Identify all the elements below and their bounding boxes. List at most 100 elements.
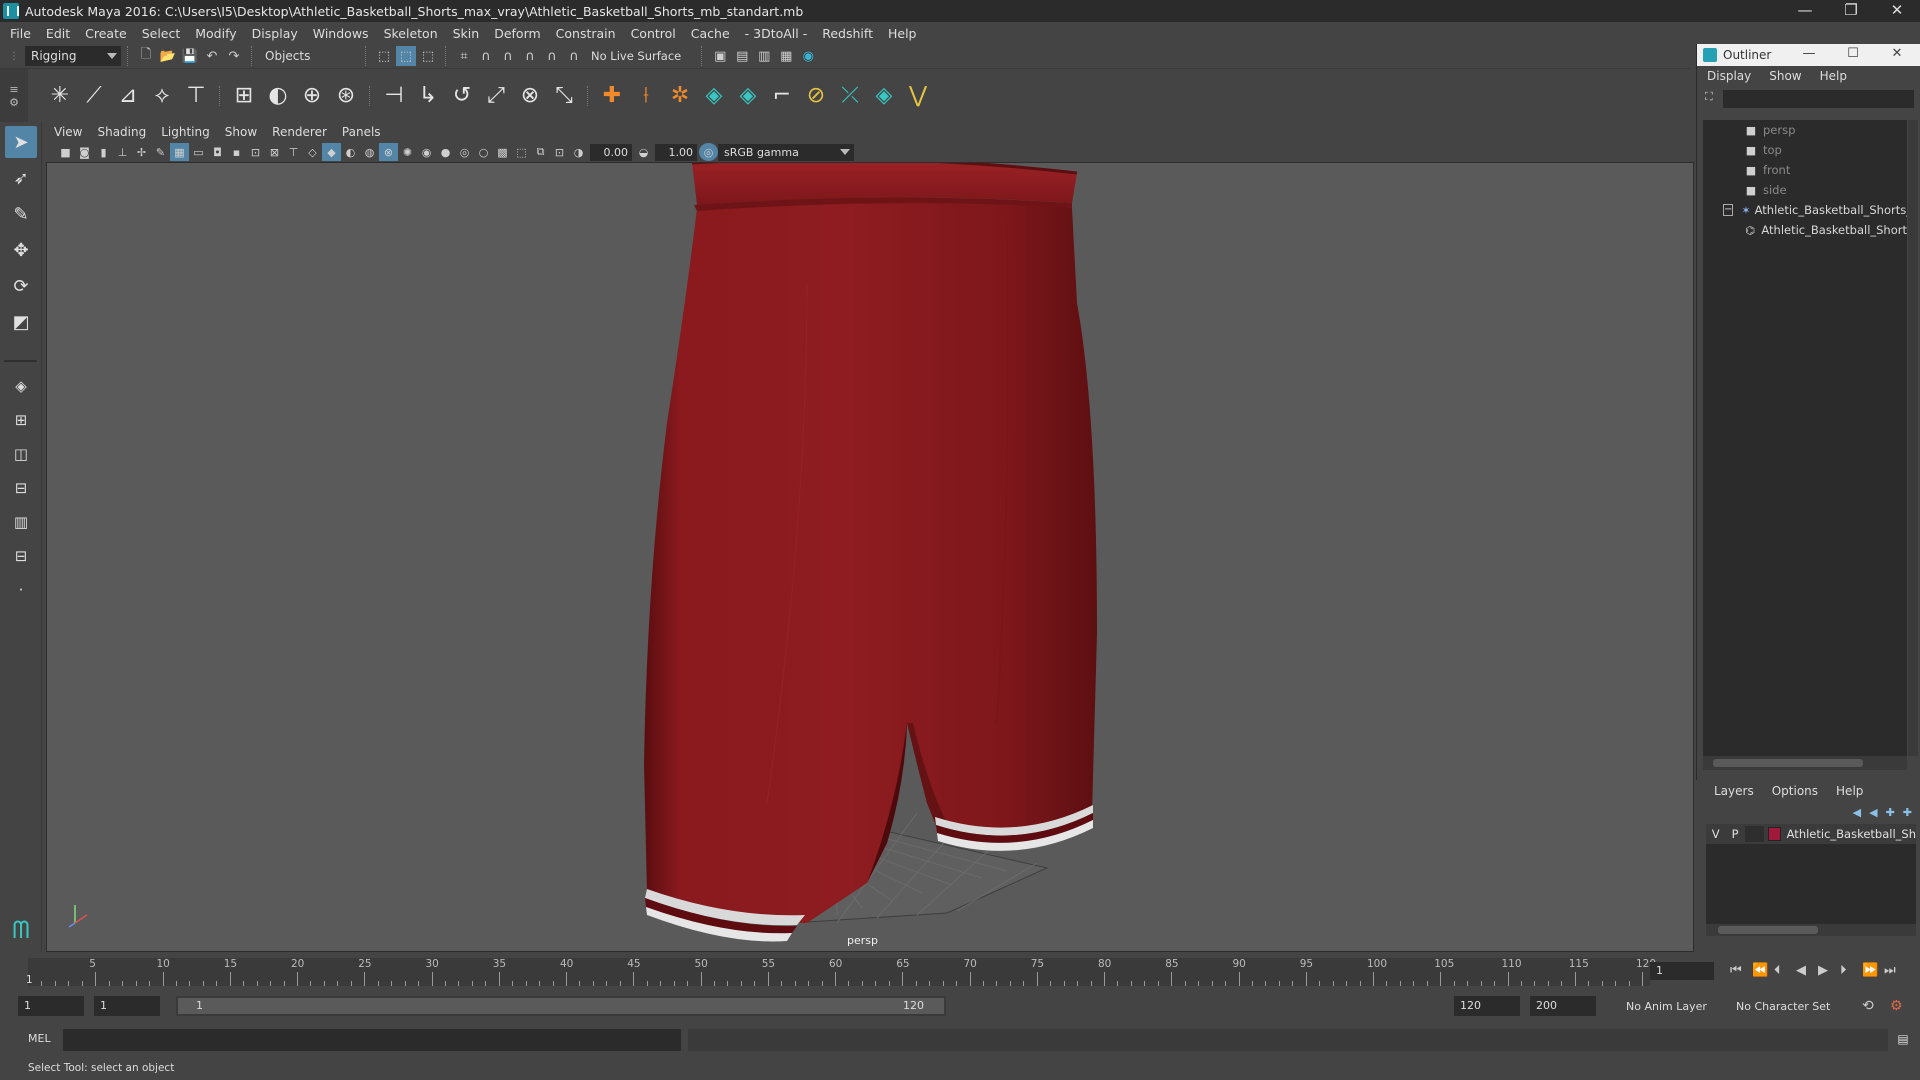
move-layer-up-icon[interactable]: ◀	[1853, 806, 1861, 819]
use-all-lights-icon[interactable]: ⊗	[379, 143, 398, 161]
gamma-icon[interactable]: ◒	[634, 143, 653, 161]
layer-menu-help[interactable]: Help	[1836, 784, 1863, 798]
menu-modify[interactable]: Modify	[195, 26, 236, 41]
outliner-menu-help[interactable]: Help	[1820, 69, 1847, 83]
perspective-viewport[interactable]: persp	[46, 162, 1694, 952]
point-constraint-icon[interactable]: ⊣	[378, 79, 410, 113]
command-language-label[interactable]: MEL	[28, 1032, 51, 1045]
step-forward-frame-icon[interactable]: ⏵	[1840, 963, 1847, 978]
menu-create[interactable]: Create	[85, 26, 127, 41]
menu-redshift[interactable]: Redshift	[822, 26, 873, 41]
menu-deform[interactable]: Deform	[494, 26, 540, 41]
smooth-bind-icon[interactable]: ◐	[262, 79, 294, 113]
script-editor-icon[interactable]: ▤	[1894, 1032, 1912, 1050]
make-live-icon[interactable]: ∩	[564, 46, 584, 66]
rotate-tool-icon[interactable]: ⟳	[5, 270, 37, 302]
hik-character-icon[interactable]: ◈	[698, 79, 730, 113]
close-button[interactable]: ✕	[1874, 0, 1920, 22]
color-management-icon[interactable]: ◎	[699, 143, 718, 161]
scrollbar-thumb[interactable]	[1718, 926, 1818, 934]
character-set-dropdown[interactable]: No Character Set	[1736, 1000, 1830, 1013]
isolate-select-icon[interactable]: ▩	[493, 143, 512, 161]
scale-constraint-icon[interactable]: ⤢	[480, 79, 512, 113]
play-backwards-icon[interactable]: ◀	[1796, 963, 1806, 978]
xray-joints-icon[interactable]: ⧉	[531, 143, 550, 161]
insert-joint-icon[interactable]: ⟡	[146, 79, 178, 113]
two-pane-stacked-layout-icon[interactable]: ⊟	[6, 474, 36, 502]
select-by-object-icon[interactable]: ⬚	[396, 46, 416, 66]
anim-layer-dropdown[interactable]: No Anim Layer	[1626, 1000, 1707, 1013]
snap-view-plane-icon[interactable]: ∩	[520, 46, 540, 66]
menu-control[interactable]: Control	[631, 26, 676, 41]
grid-icon[interactable]: ▦	[170, 143, 189, 161]
outliner-titlebar[interactable]: Outliner — ☐ ✕	[1697, 44, 1920, 66]
cluster-icon[interactable]: ⟊	[630, 79, 662, 113]
outliner-item-front[interactable]: ■ front	[1703, 160, 1907, 180]
animation-preferences-icon[interactable]: ⚙	[1890, 998, 1903, 1014]
xray-icon[interactable]: ⬚	[512, 143, 531, 161]
new-layer-icon[interactable]: ✚	[1886, 806, 1895, 819]
open-scene-icon[interactable]: 📂	[158, 46, 178, 66]
image-plane-icon[interactable]: ⊥	[113, 143, 132, 161]
orient-constraint-icon[interactable]: ↺	[446, 79, 478, 113]
xray-components-icon[interactable]: ⊡	[550, 143, 569, 161]
panel-menu-view[interactable]: View	[54, 125, 82, 139]
shelf-menu-icon[interactable]: ⚙	[9, 96, 19, 109]
parent-constraint-icon[interactable]: ⊗	[514, 79, 546, 113]
layer-display-type-toggle[interactable]	[1744, 826, 1765, 842]
hik-skeleton-icon[interactable]: ◈	[868, 79, 900, 113]
new-scene-icon[interactable]: 🗋	[136, 46, 156, 66]
outliner-search-input[interactable]	[1723, 90, 1914, 108]
menu-display[interactable]: Display	[252, 26, 298, 41]
move-layer-down-icon[interactable]: ◀	[1869, 806, 1877, 819]
collapse-icon[interactable]: −	[1723, 204, 1734, 216]
more-layouts-icon[interactable]: ·	[6, 576, 36, 604]
wireframe-icon[interactable]: ◇	[303, 143, 322, 161]
camera-attributes-icon[interactable]: ◙	[75, 143, 94, 161]
menu-cache[interactable]: Cache	[691, 26, 730, 41]
paint-select-tool-icon[interactable]: ✎	[5, 198, 37, 230]
go-to-start-icon[interactable]: ⏮	[1730, 963, 1742, 978]
range-slider-handle[interactable]	[178, 998, 944, 1014]
field-chart-icon[interactable]: ⊡	[246, 143, 265, 161]
resolution-gate-icon[interactable]: ◘	[208, 143, 227, 161]
pole-vector-icon[interactable]: ⤡	[548, 79, 580, 113]
screen-space-ao-icon[interactable]: ◉	[417, 143, 436, 161]
hypershade-icon[interactable]: ◉	[798, 46, 818, 66]
animation-end-field[interactable]: 200	[1530, 996, 1596, 1016]
blend-shape-icon[interactable]: ⌐	[766, 79, 798, 113]
safe-action-icon[interactable]: ⊠	[265, 143, 284, 161]
ik-handle-icon[interactable]: ⟋	[78, 79, 110, 113]
range-slider-bar[interactable]: 1 120	[176, 996, 946, 1016]
restore-button[interactable]: ❐	[1828, 0, 1874, 22]
menu-3dtoall[interactable]: - 3DtoAll -	[745, 26, 808, 41]
panel-menu-show[interactable]: Show	[225, 125, 257, 139]
outliner-horizontal-scrollbar[interactable]	[1703, 756, 1907, 770]
outliner-item-side[interactable]: ■ side	[1703, 180, 1907, 200]
status-line-handle-icon[interactable]: ⋮	[4, 46, 24, 66]
wireframe-on-shaded-icon[interactable]: ◐	[341, 143, 360, 161]
go-to-end-icon[interactable]: ⏭	[1884, 963, 1896, 978]
two-pane-side-layout-icon[interactable]: ◫	[6, 440, 36, 468]
snap-point-icon[interactable]: ∩	[498, 46, 518, 66]
layer-horizontal-scrollbar[interactable]	[1706, 924, 1916, 936]
snap-grid-icon[interactable]: ⌗	[454, 46, 474, 66]
outliner-item-mesh[interactable]: ⌬ Athletic_Basketball_Short	[1703, 220, 1907, 240]
layer-menu-layers[interactable]: Layers	[1714, 784, 1754, 798]
select-by-component-icon[interactable]: ⬚	[418, 46, 438, 66]
panel-menu-panels[interactable]: Panels	[342, 125, 381, 139]
menu-skin[interactable]: Skin	[453, 26, 480, 41]
interactive-bind-icon[interactable]: ⊕	[296, 79, 328, 113]
snap-curve-icon[interactable]: ∩	[476, 46, 496, 66]
shadows-icon[interactable]: ✺	[398, 143, 417, 161]
gamma-field[interactable]: 1.00	[655, 143, 697, 161]
step-back-frame-icon[interactable]: ⏴	[1774, 963, 1781, 978]
current-frame-field[interactable]: 1	[1650, 962, 1714, 980]
step-back-key-icon[interactable]: ⏪	[1752, 963, 1768, 978]
motion-blur-icon[interactable]: ●	[436, 143, 455, 161]
hik-control-icon[interactable]: ◈	[732, 79, 764, 113]
outliner-vertical-scrollbar[interactable]	[1908, 120, 1918, 756]
outliner-filter-icon[interactable]: ⛶	[1705, 90, 1713, 104]
redo-icon[interactable]: ↷	[224, 46, 244, 66]
panel-menu-renderer[interactable]: Renderer	[272, 125, 327, 139]
